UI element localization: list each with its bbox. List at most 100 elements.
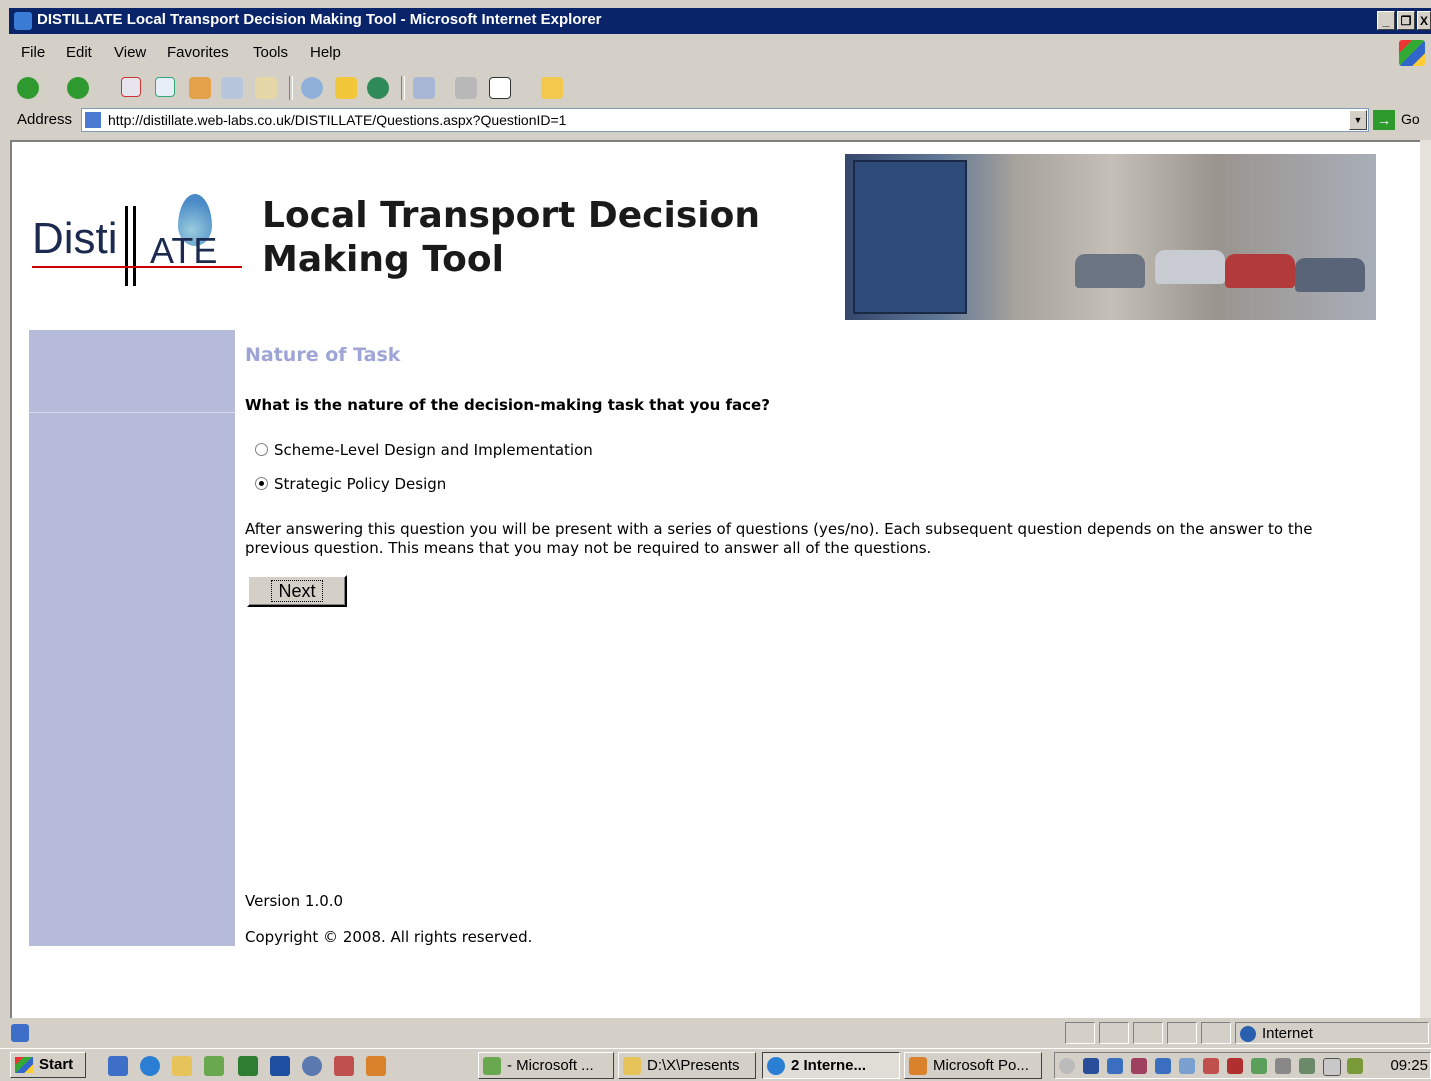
word-icon[interactable] bbox=[489, 77, 511, 99]
page-icon bbox=[85, 112, 101, 128]
status-bar: Internet bbox=[9, 1021, 1431, 1046]
powerpoint-icon bbox=[909, 1057, 927, 1075]
ie-icon bbox=[14, 12, 32, 30]
car-image bbox=[1225, 254, 1295, 288]
app-quicklaunch-icon[interactable] bbox=[334, 1056, 354, 1076]
task-explorer[interactable]: D:\X\Presents bbox=[618, 1052, 756, 1079]
history-icon[interactable] bbox=[367, 77, 389, 99]
forward-icon[interactable] bbox=[67, 77, 89, 99]
task-microsoft-1[interactable]: - Microsoft ... bbox=[478, 1052, 614, 1079]
globe-icon bbox=[1240, 1026, 1256, 1042]
banner-image bbox=[845, 154, 1376, 320]
menu-tools[interactable]: Tools bbox=[253, 44, 288, 61]
folder-icon[interactable] bbox=[541, 77, 563, 99]
monitor-icon[interactable] bbox=[1323, 1058, 1341, 1076]
option-strategic-policy[interactable]: Strategic Policy Design bbox=[255, 475, 446, 493]
back-icon[interactable] bbox=[17, 77, 39, 99]
system-tray: 09:25 bbox=[1054, 1052, 1431, 1079]
radio-button-selected[interactable] bbox=[255, 477, 268, 490]
app-quicklaunch-icon[interactable] bbox=[204, 1056, 224, 1076]
toolbar-separator bbox=[401, 76, 405, 100]
task-powerpoint[interactable]: Microsoft Po... bbox=[904, 1052, 1042, 1079]
ie-quicklaunch-icon[interactable] bbox=[108, 1056, 128, 1076]
go-arrow-icon: → bbox=[1373, 110, 1395, 130]
site-title: Local Transport Decision Making Tool bbox=[262, 194, 760, 282]
tray-icon[interactable] bbox=[1179, 1058, 1195, 1074]
go-label: Go bbox=[1401, 111, 1420, 127]
address-dropdown-icon[interactable]: ▼ bbox=[1349, 110, 1367, 130]
mail-icon[interactable] bbox=[413, 77, 435, 99]
address-url[interactable]: http://distillate.web-labs.co.uk/DISTILL… bbox=[108, 112, 566, 128]
radio-button[interactable] bbox=[255, 443, 268, 456]
status-cell bbox=[1065, 1022, 1095, 1044]
sidebar-divider bbox=[29, 412, 235, 413]
task-internet-explorer[interactable]: 2 Interne... bbox=[762, 1052, 900, 1079]
print-icon[interactable] bbox=[455, 77, 477, 99]
paste-icon[interactable] bbox=[255, 77, 277, 99]
car-image bbox=[1295, 258, 1365, 292]
word-quicklaunch-icon[interactable] bbox=[270, 1056, 290, 1076]
go-button[interactable]: → Go bbox=[1371, 108, 1431, 132]
windows-logo-icon bbox=[15, 1057, 33, 1073]
status-cell bbox=[1133, 1022, 1163, 1044]
menu-favorites[interactable]: Favorites bbox=[167, 44, 229, 61]
media-quicklaunch-icon[interactable] bbox=[302, 1056, 322, 1076]
restore-button[interactable]: ❐ bbox=[1397, 11, 1415, 30]
tray-icon[interactable] bbox=[1083, 1058, 1099, 1074]
tray-icon[interactable] bbox=[1155, 1058, 1171, 1074]
task-label: D:\X\Presents bbox=[647, 1057, 740, 1074]
close-button[interactable]: X bbox=[1417, 11, 1431, 30]
network-icon[interactable] bbox=[1275, 1058, 1291, 1074]
task-label: Microsoft Po... bbox=[933, 1057, 1029, 1074]
stop-icon[interactable] bbox=[121, 77, 141, 97]
logo-bar bbox=[133, 206, 136, 286]
tray-icon[interactable] bbox=[1059, 1058, 1075, 1074]
tray-icon[interactable] bbox=[1131, 1058, 1147, 1074]
address-label: Address bbox=[17, 111, 73, 128]
site-title-line1: Local Transport Decision bbox=[262, 195, 760, 236]
menu-edit[interactable]: Edit bbox=[66, 44, 92, 61]
explorer-quicklaunch-icon[interactable] bbox=[172, 1056, 192, 1076]
refresh-icon[interactable] bbox=[155, 77, 175, 97]
next-button[interactable]: Next bbox=[247, 575, 347, 607]
window-titlebar: DISTILLATE Local Transport Decision Maki… bbox=[9, 8, 1431, 34]
favorites-icon[interactable] bbox=[335, 77, 357, 99]
logo-bar bbox=[125, 206, 128, 286]
window-title: DISTILLATE Local Transport Decision Maki… bbox=[37, 11, 602, 28]
taskbar: Start - Microsoft ... D:\X\Presents 2 In… bbox=[0, 1048, 1431, 1081]
signal-icon[interactable] bbox=[1299, 1058, 1315, 1074]
status-cell bbox=[1167, 1022, 1197, 1044]
distillate-logo: Disti ATE bbox=[32, 194, 247, 294]
volume-icon[interactable] bbox=[1347, 1058, 1363, 1074]
option-scheme-level[interactable]: Scheme-Level Design and Implementation bbox=[255, 441, 593, 459]
menu-help[interactable]: Help bbox=[310, 44, 341, 61]
bus-image bbox=[853, 160, 967, 314]
vertical-scrollbar[interactable] bbox=[1420, 140, 1431, 1018]
car-image bbox=[1155, 250, 1225, 284]
copy-icon[interactable] bbox=[221, 77, 243, 99]
zone-label: Internet bbox=[1262, 1025, 1313, 1042]
powerpoint-quicklaunch-icon[interactable] bbox=[366, 1056, 386, 1076]
menu-view[interactable]: View bbox=[114, 44, 146, 61]
tray-icon[interactable] bbox=[1227, 1058, 1243, 1074]
ie-quicklaunch-icon[interactable] bbox=[140, 1056, 160, 1076]
address-bar: Address http://distillate.web-labs.co.uk… bbox=[9, 106, 1431, 136]
start-button[interactable]: Start bbox=[10, 1052, 86, 1078]
site-title-line2: Making Tool bbox=[262, 239, 504, 280]
tray-icon[interactable] bbox=[1107, 1058, 1123, 1074]
version-text: Version 1.0.0 bbox=[245, 892, 344, 910]
excel-quicklaunch-icon[interactable] bbox=[238, 1056, 258, 1076]
home-icon[interactable] bbox=[189, 77, 211, 99]
question-text: What is the nature of the decision-makin… bbox=[245, 396, 770, 414]
tray-icon[interactable] bbox=[1251, 1058, 1267, 1074]
task-label: - Microsoft ... bbox=[507, 1057, 594, 1074]
folder-icon bbox=[623, 1057, 641, 1075]
tray-icon[interactable] bbox=[1203, 1058, 1219, 1074]
car-image bbox=[1075, 254, 1145, 288]
next-label: Next bbox=[271, 580, 323, 602]
address-input[interactable]: http://distillate.web-labs.co.uk/DISTILL… bbox=[81, 108, 1369, 132]
search-icon[interactable] bbox=[301, 77, 323, 99]
minimize-button[interactable]: _ bbox=[1377, 11, 1395, 30]
menu-bar: File Edit View Favorites Tools Help bbox=[9, 38, 1431, 68]
menu-file[interactable]: File bbox=[21, 44, 45, 61]
